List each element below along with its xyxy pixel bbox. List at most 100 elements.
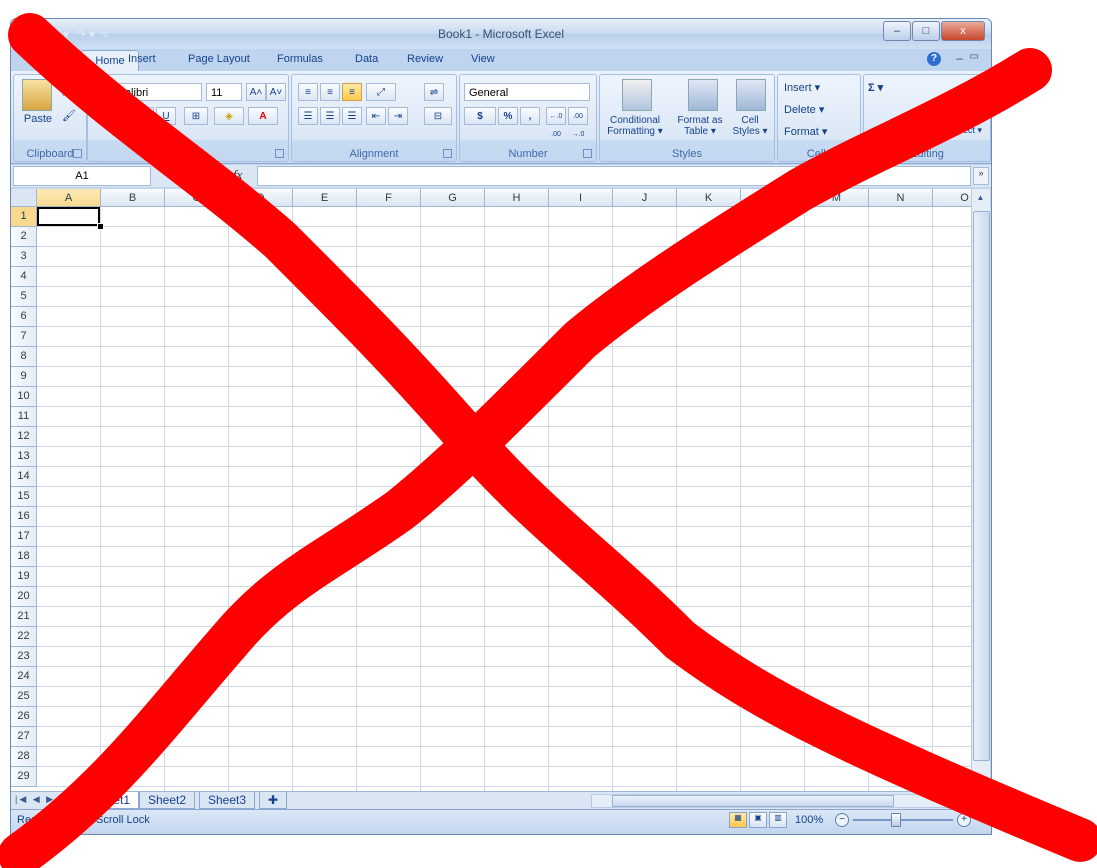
zoom-slider[interactable] [853, 819, 953, 821]
close-button[interactable]: x [941, 21, 985, 41]
normal-view-icon[interactable]: ▦ [729, 812, 747, 828]
align-top-button[interactable]: ≡ [298, 83, 318, 101]
alignment-launcher-icon[interactable] [443, 149, 452, 158]
align-right-button[interactable]: ☰ [342, 107, 362, 125]
row-header[interactable]: 14 [11, 467, 37, 487]
italic-button[interactable]: I [134, 107, 154, 125]
align-center-button[interactable]: ☰ [320, 107, 340, 125]
horizontal-scroll-thumb[interactable] [612, 795, 894, 807]
font-name-select[interactable]: Calibri [112, 83, 202, 101]
paste-button[interactable]: Paste [18, 113, 58, 125]
column-header[interactable]: K [677, 189, 741, 207]
cell-area[interactable] [37, 207, 971, 791]
sheet-tab-2[interactable]: Sheet2 [139, 792, 196, 809]
cut-icon[interactable]: ✂ [62, 87, 71, 100]
row-header[interactable]: 25 [11, 687, 37, 707]
insert-sheet-icon[interactable]: ✚ [259, 792, 288, 809]
row-header[interactable]: 27 [11, 727, 37, 747]
sheet-tab-1[interactable]: Sheet1 [83, 792, 140, 809]
grow-font-button[interactable]: A˄ [246, 83, 266, 101]
tab-view[interactable]: View [471, 53, 495, 65]
column-header[interactable]: N [869, 189, 933, 207]
horizontal-scrollbar[interactable] [591, 794, 953, 808]
delete-cells-button[interactable]: Delete ▾ [784, 103, 824, 116]
align-middle-button[interactable]: ≡ [320, 83, 340, 101]
worksheet-grid[interactable]: ABCDEFGHIJKLMNO 1 2 3 4 5 6 7 8 9 10 11 12 13 14 15 16 1… [11, 189, 971, 791]
row-header[interactable]: 26 [11, 707, 37, 727]
column-header[interactable]: G [421, 189, 485, 207]
zoom-in-icon[interactable]: + [957, 813, 971, 827]
tab-data[interactable]: Data [355, 53, 378, 65]
column-header[interactable]: A [37, 189, 101, 207]
decrease-decimal-button[interactable]: .00 →.0 [568, 107, 588, 138]
tab-page-layout[interactable]: Page Layout [188, 53, 250, 65]
underline-button[interactable]: U [156, 107, 176, 125]
tab-review[interactable]: Review [407, 53, 443, 65]
scroll-down-icon[interactable]: ▼ [973, 775, 988, 789]
fill-handle[interactable] [97, 223, 104, 230]
row-header[interactable]: 9 [11, 367, 37, 387]
align-bottom-button[interactable]: ≡ [342, 83, 362, 101]
format-cells-button[interactable]: Format ▾ [784, 125, 827, 138]
formula-input[interactable] [257, 166, 971, 186]
format-as-table-button[interactable]: Format as Table ▾ [672, 115, 728, 137]
clipboard-launcher-icon[interactable] [73, 149, 82, 158]
row-header[interactable]: 12 [11, 427, 37, 447]
row-header[interactable]: 15 [11, 487, 37, 507]
workbook-restore-button[interactable]: ▭ [970, 51, 979, 62]
tab-formulas[interactable]: Formulas [277, 53, 323, 65]
format-painter-icon[interactable]: 🖌 [62, 109, 76, 122]
help-icon[interactable]: ? [927, 52, 941, 66]
sort-filter-button[interactable]: Sort & Filter ▾ [900, 115, 942, 136]
zoom-level[interactable]: 100% [795, 814, 823, 826]
decrease-indent-button[interactable]: ⇤ [366, 107, 386, 125]
orientation-button[interactable]: ⤢ [366, 83, 396, 101]
zoom-slider-thumb[interactable] [891, 813, 901, 827]
row-header[interactable]: 18 [11, 547, 37, 567]
row-header[interactable]: 20 [11, 587, 37, 607]
row-header[interactable]: 24 [11, 667, 37, 687]
page-break-view-icon[interactable]: ▥ [769, 812, 787, 828]
column-header[interactable]: C [165, 189, 229, 207]
cell-styles-button[interactable]: Cell Styles ▾ [730, 115, 770, 137]
row-header[interactable]: 4 [11, 267, 37, 287]
merge-center-button[interactable]: ⊟ [424, 107, 452, 125]
name-box[interactable]: A1 [13, 166, 151, 186]
expand-formula-bar-icon[interactable]: » [973, 167, 989, 185]
number-format-select[interactable]: General [464, 83, 590, 101]
row-header[interactable]: 5 [11, 287, 37, 307]
row-header[interactable]: 22 [11, 627, 37, 647]
borders-button[interactable]: ⊞ [184, 107, 208, 125]
row-header[interactable]: 17 [11, 527, 37, 547]
column-header[interactable]: L [741, 189, 805, 207]
row-header[interactable]: 28 [11, 747, 37, 767]
column-header[interactable]: D [229, 189, 293, 207]
active-cell-a1[interactable] [37, 207, 100, 226]
font-launcher-icon[interactable] [275, 149, 284, 158]
tab-insert[interactable]: Insert [128, 53, 156, 65]
minimize-button[interactable]: – [883, 21, 911, 41]
row-header[interactable]: 16 [11, 507, 37, 527]
column-header[interactable]: O [933, 189, 971, 207]
workbook-minimize-button[interactable]: – [956, 51, 963, 65]
scroll-up-icon[interactable]: ▲ [973, 193, 988, 207]
row-header[interactable]: 6 [11, 307, 37, 327]
maximize-button[interactable]: □ [912, 21, 940, 41]
column-header[interactable]: B [101, 189, 165, 207]
row-header[interactable]: 1 [11, 207, 37, 227]
sheet-nav-icons[interactable]: |◀ ◀ ▶ ▶| [15, 794, 73, 805]
align-left-button[interactable]: ☰ [298, 107, 318, 125]
row-header[interactable]: 13 [11, 447, 37, 467]
page-layout-view-icon[interactable]: ▣ [749, 812, 767, 828]
font-size-select[interactable]: 11 [206, 83, 242, 101]
vertical-scrollbar[interactable]: ▲ ▼ [971, 189, 990, 791]
row-header[interactable]: 7 [11, 327, 37, 347]
column-header[interactable]: J [613, 189, 677, 207]
insert-cells-button[interactable]: Insert ▾ [784, 81, 820, 94]
column-header[interactable]: M [805, 189, 869, 207]
select-all-button[interactable] [11, 189, 37, 207]
insert-function-button[interactable]: fx [233, 167, 242, 183]
autosum-button[interactable]: Σ ▾ [868, 81, 883, 94]
row-header[interactable]: 11 [11, 407, 37, 427]
row-header[interactable]: 10 [11, 387, 37, 407]
